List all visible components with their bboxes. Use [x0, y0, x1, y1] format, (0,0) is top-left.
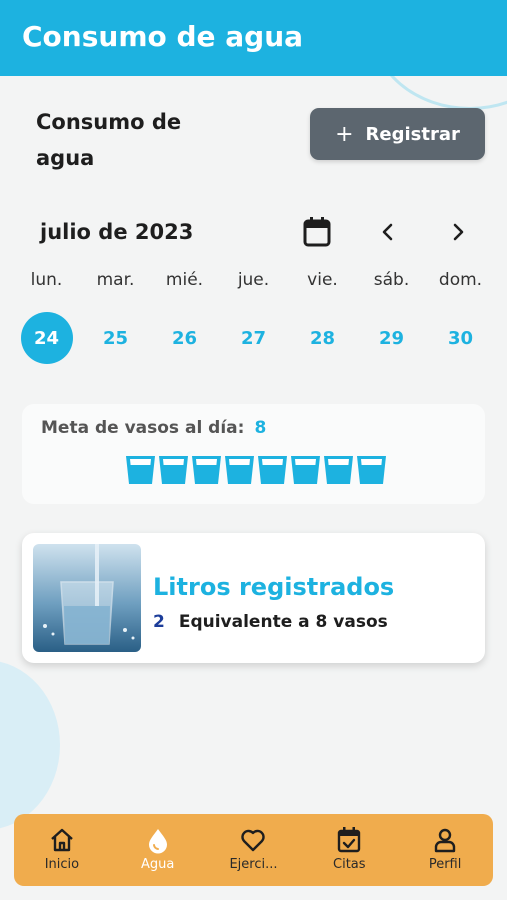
weekday-label: vie. [307, 270, 338, 290]
page-title: Consumo de agua [36, 110, 182, 170]
day-number: 30 [447, 327, 474, 349]
day[interactable]: 29 [357, 312, 426, 364]
plus-icon: + [335, 121, 354, 147]
register-button[interactable]: + Registrar [310, 108, 485, 160]
water-glass-icon [324, 456, 353, 484]
day-number: 27 [240, 327, 267, 349]
water-glass-icon [126, 456, 155, 484]
calendar-icon[interactable] [302, 216, 332, 248]
water-glass-icon [159, 456, 188, 484]
day-selected[interactable]: 24 [12, 312, 81, 364]
water-drop-icon [148, 829, 167, 854]
day[interactable]: 25 [81, 312, 150, 364]
day-number: 29 [378, 327, 405, 349]
nav-item-agua[interactable]: Agua [110, 814, 206, 886]
nav-item-inicio[interactable]: Inicio [14, 814, 110, 886]
register-button-label: Registrar [365, 123, 460, 145]
water-glass-icon [357, 456, 386, 484]
nav-item-perfil[interactable]: Perfil [397, 814, 493, 886]
water-glass-icon [192, 456, 221, 484]
app-title: Consumo de agua [22, 20, 304, 53]
day[interactable]: 30 [426, 312, 495, 364]
day-row: 24 25 26 27 28 29 30 [12, 312, 495, 364]
liters-card[interactable]: Litros registrados 2 Equivalente a 8 vaso… [22, 533, 485, 663]
water-glass-image [33, 544, 141, 652]
nav-item-ejercicio[interactable]: Ejerci... [206, 814, 302, 886]
goal-card: Meta de vasos al día: 8 [22, 404, 485, 504]
water-glass-icon [291, 456, 320, 484]
nav-label: Inicio [44, 857, 80, 872]
goal-value: 8 [254, 418, 267, 438]
nav-label: Ejerci... [229, 857, 278, 872]
weekday-label: sáb. [373, 270, 410, 290]
person-icon [434, 828, 456, 853]
nav-label: Citas [333, 857, 366, 872]
day-number: 25 [102, 327, 129, 349]
weekday-label: dom. [438, 270, 483, 290]
day[interactable]: 28 [288, 312, 357, 364]
weekday-header: lun. mar. mié. jue. vie. sáb. dom. [12, 270, 495, 300]
calendar-check-icon [338, 827, 361, 853]
nav-item-citas[interactable]: Citas [301, 814, 397, 886]
bottom-nav: Inicio Agua Ejerci... Citas Perfil [14, 814, 493, 886]
chevron-left-icon[interactable] [376, 220, 400, 244]
nav-label: Perfil [428, 857, 462, 872]
day[interactable]: 26 [150, 312, 219, 364]
water-glass-icon [258, 456, 287, 484]
weekday-label: jue. [237, 270, 270, 290]
liters-title: Litros registrados [153, 573, 395, 601]
background-decoration [0, 660, 60, 830]
nav-label: Agua [141, 857, 175, 872]
day-number: 26 [171, 327, 198, 349]
chevron-right-icon[interactable] [446, 220, 470, 244]
goal-label-text: Meta de vasos al día: [41, 418, 245, 438]
heart-icon [241, 829, 266, 852]
day-number: 28 [309, 327, 336, 349]
month-label: julio de 2023 [40, 220, 194, 244]
liters-equivalent: Equivalente a 8 vasos [178, 612, 388, 632]
weekday-label: lun. [30, 270, 63, 290]
home-icon [51, 828, 73, 852]
liters-info: 2 Equivalente a 8 vasos [153, 612, 388, 632]
day[interactable]: 27 [219, 312, 288, 364]
water-glass-icon [225, 456, 254, 484]
weekday-label: mar. [96, 270, 135, 290]
liters-value: 2 [153, 612, 165, 632]
goal-label: Meta de vasos al día: 8 [41, 418, 266, 438]
app-bar: Consumo de agua [0, 0, 507, 76]
day-number: 24 [20, 312, 73, 364]
weekday-label: mié. [165, 270, 204, 290]
glasses-row [125, 454, 387, 485]
